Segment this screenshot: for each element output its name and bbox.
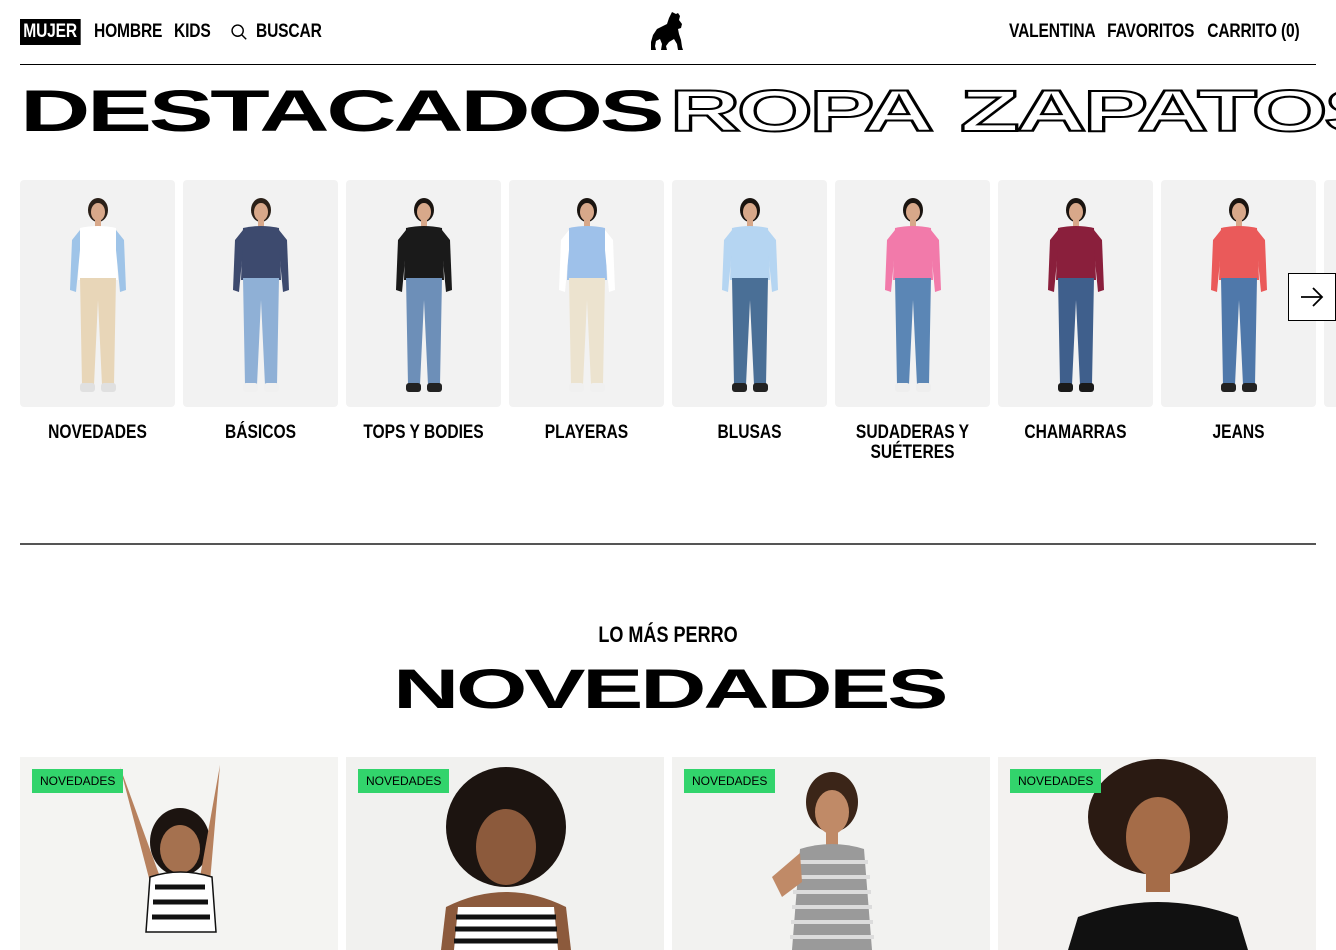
featured-card[interactable]: BÁSICOS <box>183 180 338 443</box>
favorites-label[interactable]: FAVORITOS <box>1107 19 1194 45</box>
featured-carousel: NOVEDADES BÁSICOS TOPS Y BODIES PLAYERAS BLU… <box>20 180 1336 480</box>
featured-card-label[interactable]: NOVEDADES <box>34 423 161 443</box>
model-figure <box>885 198 941 392</box>
model-figure <box>1048 198 1104 392</box>
featured-card[interactable]: NOVEDADES <box>20 180 175 443</box>
cart-label[interactable]: CARRITO (0) <box>1208 19 1300 45</box>
featured-card-label[interactable]: BÁSICOS <box>197 423 324 443</box>
featured-card[interactable]: CHAMARRAS <box>998 180 1153 443</box>
tab-destacados-label[interactable]: DESTACADOS <box>20 83 665 141</box>
featured-card-image[interactable] <box>509 180 664 407</box>
model-figure <box>396 198 452 392</box>
featured-card-label[interactable]: BLUSAS <box>686 423 813 443</box>
model-figure <box>559 198 615 392</box>
new-badge: NOVEDADES <box>32 769 124 793</box>
product-card[interactable]: NOVEDADES <box>346 757 664 950</box>
model-figure <box>233 198 289 392</box>
featured-card-image[interactable] <box>183 180 338 407</box>
featured-card[interactable]: TOPS Y BODIES <box>346 180 501 443</box>
featured-card-label[interactable]: JEANS <box>1175 423 1302 443</box>
category-tabs: DESTACADOS ROPA ZAPATOS <box>20 82 1336 142</box>
featured-card-label[interactable]: PLAYERAS <box>523 423 650 443</box>
nav-mujer-label[interactable]: MUJER <box>20 19 81 45</box>
search-label[interactable]: BUSCAR <box>256 19 322 45</box>
product-card[interactable]: NOVEDADES <box>998 757 1316 950</box>
featured-card-label[interactable]: CHAMARRAS <box>1012 423 1139 443</box>
search-icon <box>231 24 247 40</box>
model-figure <box>722 198 778 392</box>
main-nav: MUJER HOMBRE KIDS BUSCAR <box>20 19 336 45</box>
tab-ropa[interactable]: ROPA <box>668 82 960 142</box>
carousel-next-button[interactable] <box>1288 273 1336 321</box>
product-card[interactable]: NOVEDADES <box>672 757 990 950</box>
featured-card[interactable]: BLUSAS <box>672 180 827 443</box>
tab-zapatos[interactable]: ZAPATOS <box>958 82 1336 142</box>
product-card[interactable]: NOVEDADES <box>20 757 338 950</box>
product-grid: NOVEDADES NOVEDADES NOVEDADES NOVEDADES <box>20 757 1316 950</box>
nav-item-mujer[interactable]: MUJER <box>20 19 94 45</box>
favorites-link[interactable]: FAVORITOS <box>1096 19 1194 45</box>
nav-item-hombre[interactable]: HOMBRE <box>94 19 174 45</box>
featured-card[interactable]: PLAYERAS <box>509 180 664 443</box>
featured-card-image[interactable] <box>998 180 1153 407</box>
new-badge: NOVEDADES <box>1010 769 1102 793</box>
featured-card[interactable]: SUDADERAS Y SUÉTERES <box>835 180 990 463</box>
featured-card-image[interactable] <box>835 180 990 407</box>
featured-card-image[interactable] <box>346 180 501 407</box>
nav-kids-label[interactable]: KIDS <box>174 19 211 45</box>
new-badge: NOVEDADES <box>684 769 776 793</box>
featured-card-label[interactable]: SUDADERAS Y SUÉTERES <box>849 423 976 463</box>
nav-item-kids[interactable]: KIDS <box>174 19 230 45</box>
featured-card-label[interactable]: TOPS Y BODIES <box>360 423 487 443</box>
arrow-right-icon <box>1301 287 1324 307</box>
section-kicker: LO MÁS PERRO <box>598 622 738 647</box>
site-header: MUJER HOMBRE KIDS BUSCAR VALENTINA FAVOR… <box>20 0 1316 65</box>
section-divider <box>20 543 1316 545</box>
bulldog-logo-icon[interactable] <box>650 11 684 51</box>
tab-destacados[interactable]: DESTACADOS <box>20 83 670 141</box>
tab-ropa-label[interactable]: ROPA <box>668 82 936 142</box>
account-label[interactable]: VALENTINA <box>1009 19 1096 45</box>
nav-hombre-label[interactable]: HOMBRE <box>94 19 162 45</box>
account-link[interactable]: VALENTINA <box>998 19 1096 45</box>
search-button[interactable]: BUSCAR <box>230 19 336 45</box>
model-figure <box>70 198 126 392</box>
featured-card-image[interactable] <box>672 180 827 407</box>
featured-card-image[interactable] <box>20 180 175 407</box>
section-title: NOVEDADES <box>393 657 949 720</box>
cart-link[interactable]: CARRITO (0) <box>1194 19 1300 45</box>
new-badge: NOVEDADES <box>358 769 450 793</box>
account-nav: VALENTINA FAVORITOS CARRITO (0) <box>998 19 1300 45</box>
tab-zapatos-label[interactable]: ZAPATOS <box>958 82 1336 142</box>
